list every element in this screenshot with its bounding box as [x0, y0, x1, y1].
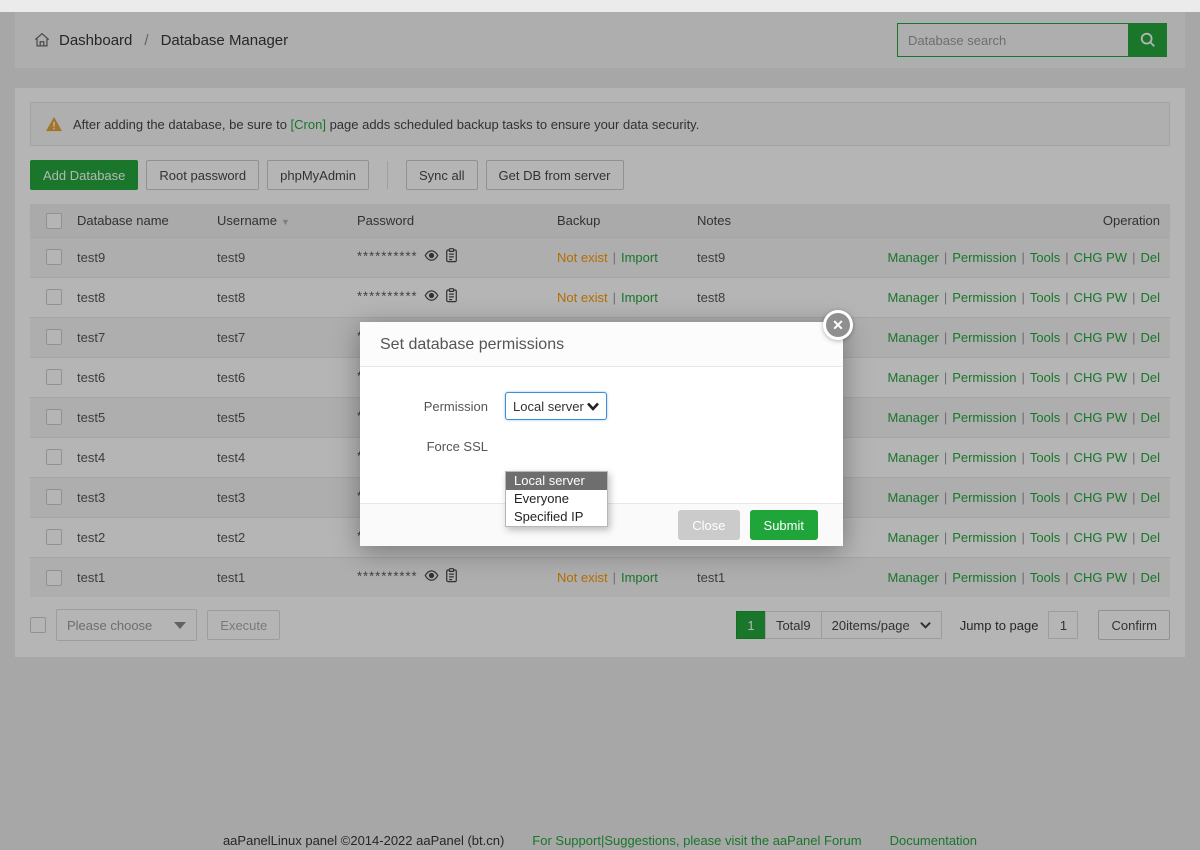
permissions-modal: ✕ Set database permissions Permission Lo… [360, 322, 843, 546]
force-ssl-label: Force SSL [360, 439, 488, 454]
dropdown-option-specified-ip[interactable]: Specified IP [506, 508, 607, 526]
close-button[interactable]: Close [678, 510, 739, 540]
permission-dropdown-list: Local server Everyone Specified IP [505, 471, 608, 527]
modal-title: Set database permissions [360, 322, 843, 367]
dropdown-option-everyone[interactable]: Everyone [506, 490, 607, 508]
permission-select[interactable]: Local server [505, 392, 607, 420]
submit-button[interactable]: Submit [750, 510, 818, 540]
permission-label: Permission [360, 399, 488, 414]
close-icon[interactable]: ✕ [823, 310, 853, 340]
modal-body: Permission Local server Force SSL Local … [360, 367, 843, 502]
chevron-down-icon [587, 402, 599, 411]
permission-value: Local server [513, 399, 584, 414]
dropdown-option-local-server[interactable]: Local server [506, 472, 607, 490]
